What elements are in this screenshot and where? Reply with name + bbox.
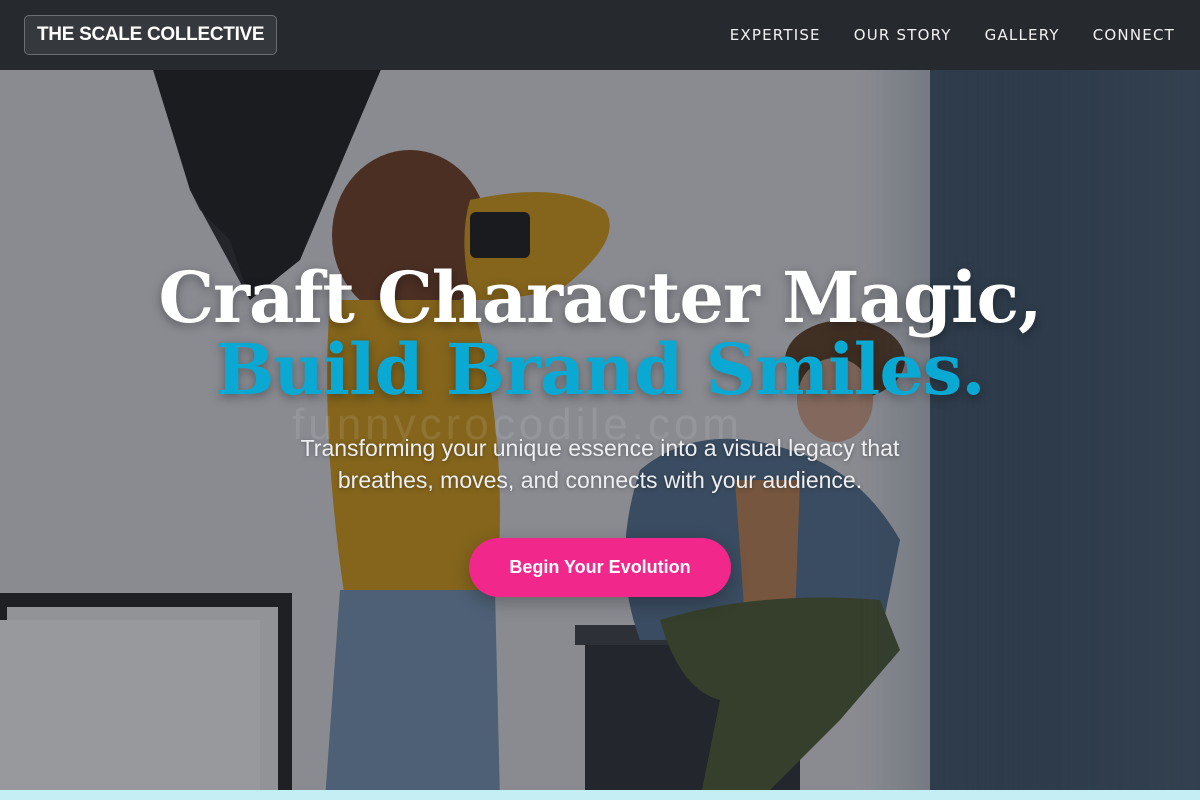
top-navbar: THE SCALE COLLECTIVE EXPERTISE OUR STORY…: [0, 0, 1200, 70]
nav-link-gallery[interactable]: GALLERY: [985, 26, 1060, 44]
begin-evolution-button[interactable]: Begin Your Evolution: [469, 538, 731, 597]
brand-logo[interactable]: THE SCALE COLLECTIVE: [24, 15, 278, 55]
headline-line-2: Build Brand Smiles.: [215, 328, 985, 411]
nav-link-expertise[interactable]: EXPERTISE: [730, 26, 821, 44]
headline-line-1: Craft Character Magic,: [158, 256, 1042, 339]
hero-subtitle: Transforming your unique essence into a …: [300, 435, 900, 493]
nav-link-our-story[interactable]: OUR STORY: [854, 26, 952, 44]
hero-content: Craft Character Magic, Build Brand Smile…: [0, 262, 1200, 597]
main-menu: EXPERTISE OUR STORY GALLERY CONNECT: [730, 26, 1175, 44]
next-section-edge: [0, 790, 1200, 800]
nav-link-connect[interactable]: CONNECT: [1093, 26, 1175, 44]
hero-headline: Craft Character Magic, Build Brand Smile…: [0, 262, 1200, 406]
